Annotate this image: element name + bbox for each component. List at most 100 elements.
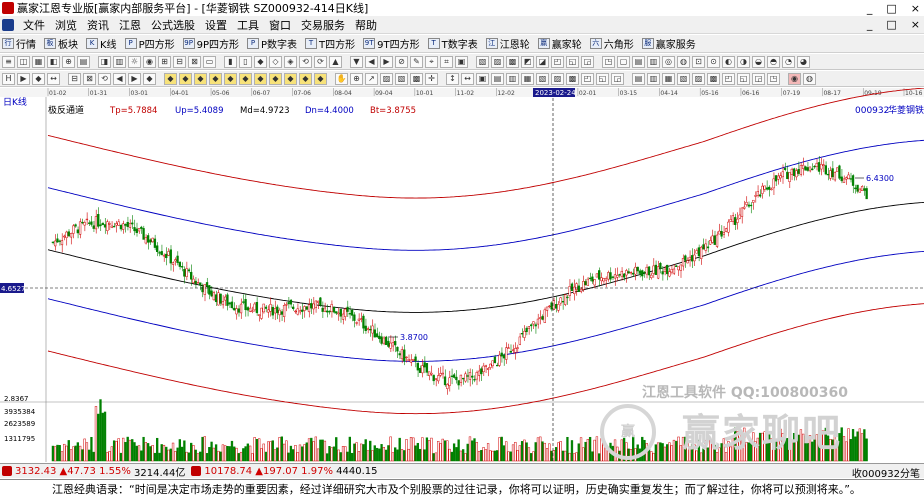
- tool-18-icon[interactable]: ◈: [284, 55, 297, 68]
- tool-24-icon[interactable]: ▶: [380, 55, 393, 68]
- tool-17-icon[interactable]: ◇: [269, 55, 282, 68]
- tool-38-icon[interactable]: ◳: [602, 55, 615, 68]
- tool2-41-icon[interactable]: ▥: [647, 72, 660, 85]
- tool-27-icon[interactable]: ⌖: [425, 55, 438, 68]
- tool2-25-icon[interactable]: ▧: [395, 72, 408, 85]
- tool-46-icon[interactable]: ◐: [722, 55, 735, 68]
- tool-51-icon[interactable]: ◕: [797, 55, 810, 68]
- tool-1-icon[interactable]: ◫: [17, 55, 30, 68]
- tool2-17-icon[interactable]: ◆: [269, 72, 282, 85]
- tool2-27-icon[interactable]: ✛: [425, 72, 438, 85]
- tool2-5-icon[interactable]: ⊠: [83, 72, 96, 85]
- tool-6-icon[interactable]: ◨: [98, 55, 111, 68]
- quick-service-button[interactable]: 服赢家服务: [641, 36, 696, 51]
- maximize-button[interactable]: □: [886, 2, 896, 15]
- tool-41-icon[interactable]: ▥: [647, 55, 660, 68]
- tool2-18-icon[interactable]: ◆: [284, 72, 297, 85]
- tool-5-icon[interactable]: ▤: [77, 55, 90, 68]
- tool2-9-icon[interactable]: ◆: [143, 72, 156, 85]
- tool-40-icon[interactable]: ▤: [632, 55, 645, 68]
- quick-9t-square-button[interactable]: 9T 9T四方形: [363, 36, 420, 51]
- tool2-40-icon[interactable]: ▤: [632, 72, 645, 85]
- quick-9p-square-button[interactable]: 9P 9P四方形: [182, 36, 239, 51]
- tool2-7-icon[interactable]: ◀: [113, 72, 126, 85]
- tool2-6-icon[interactable]: ⟲: [98, 72, 111, 85]
- tool2-38-icon[interactable]: ◱: [596, 72, 609, 85]
- tool-44-icon[interactable]: ⊡: [692, 55, 705, 68]
- tool2-49-icon[interactable]: ◳: [767, 72, 780, 85]
- tool-2-icon[interactable]: ▦: [32, 55, 45, 68]
- tool2-29-icon[interactable]: ↔: [461, 72, 474, 85]
- tool-3-icon[interactable]: ◧: [47, 55, 60, 68]
- tool2-3-icon[interactable]: ↔: [47, 72, 60, 85]
- mdi-minimize-button[interactable]: _: [867, 18, 873, 31]
- mdi-maximize-button[interactable]: □: [886, 18, 896, 31]
- tool-11-icon[interactable]: ⊟: [173, 55, 186, 68]
- tool-33-icon[interactable]: ◩: [521, 55, 534, 68]
- tool-34-icon[interactable]: ◪: [536, 55, 549, 68]
- tool-30-icon[interactable]: ▧: [476, 55, 489, 68]
- tool2-10-icon[interactable]: ◆: [164, 72, 177, 85]
- tool2-14-icon[interactable]: ◆: [224, 72, 237, 85]
- tool2-33-icon[interactable]: ▦: [521, 72, 534, 85]
- quick-sector-button[interactable]: 板板块: [44, 36, 78, 51]
- tool-7-icon[interactable]: ▥: [113, 55, 126, 68]
- tool-48-icon[interactable]: ◒: [752, 55, 765, 68]
- tool2-39-icon[interactable]: ◲: [611, 72, 624, 85]
- tool-39-icon[interactable]: ▢: [617, 55, 630, 68]
- tool-31-icon[interactable]: ▨: [491, 55, 504, 68]
- tool-19-icon[interactable]: ⟲: [299, 55, 312, 68]
- tool-35-icon[interactable]: ◰: [551, 55, 564, 68]
- tool2-1-icon[interactable]: ▶: [17, 72, 30, 85]
- tool-8-icon[interactable]: ☼: [128, 55, 141, 68]
- tool-13-icon[interactable]: ▭: [203, 55, 216, 68]
- tool-21-icon[interactable]: ▲: [329, 55, 342, 68]
- tool2-21-icon[interactable]: ✋: [335, 72, 348, 85]
- quick-kline-button[interactable]: K K线: [86, 36, 117, 51]
- tool2-43-icon[interactable]: ▧: [677, 72, 690, 85]
- menu-trade[interactable]: 交易服务: [296, 17, 350, 33]
- tool2-2-icon[interactable]: ◆: [32, 72, 45, 85]
- tool2-36-icon[interactable]: ▩: [566, 72, 579, 85]
- tool-9-icon[interactable]: ◉: [143, 55, 156, 68]
- menu-gann[interactable]: 江恩: [114, 17, 146, 33]
- menu-file[interactable]: 文件: [18, 17, 50, 33]
- tool2-4-icon[interactable]: ⊟: [68, 72, 81, 85]
- chart-area[interactable]: 01-02 01-31 03-01 04-01 05-06 06-07 07-06 08-04…: [0, 88, 924, 462]
- tool2-46-icon[interactable]: ◰: [722, 72, 735, 85]
- tool-22-icon[interactable]: ▼: [350, 55, 363, 68]
- tool2-20-icon[interactable]: ◆: [314, 72, 327, 85]
- tool-12-icon[interactable]: ⊠: [188, 55, 201, 68]
- quick-p-square-button[interactable]: P P四方形: [124, 36, 175, 51]
- tool-45-icon[interactable]: ⊙: [707, 55, 720, 68]
- tool-10-icon[interactable]: ⊞: [158, 55, 171, 68]
- tool2-30-icon[interactable]: ▣: [476, 72, 489, 85]
- tool2-34-icon[interactable]: ▧: [536, 72, 549, 85]
- tool-47-icon[interactable]: ◑: [737, 55, 750, 68]
- tool2-0-icon[interactable]: H: [2, 72, 15, 85]
- tool-50-icon[interactable]: ◔: [782, 55, 795, 68]
- tool-20-icon[interactable]: ⟳: [314, 55, 327, 68]
- tool2-32-icon[interactable]: ▥: [506, 72, 519, 85]
- close-button[interactable]: ×: [911, 2, 920, 15]
- tool2-22-icon[interactable]: ⊕: [350, 72, 363, 85]
- tool-37-icon[interactable]: ◲: [581, 55, 594, 68]
- tool2-26-icon[interactable]: ▩: [410, 72, 423, 85]
- menu-settings[interactable]: 设置: [200, 17, 232, 33]
- quick-t-table-button[interactable]: T T数字表: [427, 36, 478, 51]
- tool2-12-icon[interactable]: ◆: [194, 72, 207, 85]
- quick-gann-wheel-button[interactable]: 江江恩轮: [485, 36, 530, 51]
- tool2-8-icon[interactable]: ▶: [128, 72, 141, 85]
- tool2-48-icon[interactable]: ◲: [752, 72, 765, 85]
- menu-formula[interactable]: 公式选股: [146, 17, 200, 33]
- tool-25-icon[interactable]: ⊘: [395, 55, 408, 68]
- menu-info[interactable]: 资讯: [82, 17, 114, 33]
- menu-help[interactable]: 帮助: [350, 17, 382, 33]
- tool-28-icon[interactable]: ⌗: [440, 55, 453, 68]
- tool2-47-icon[interactable]: ◱: [737, 72, 750, 85]
- minimize-button[interactable]: _: [867, 2, 873, 15]
- tool2-15-icon[interactable]: ◆: [239, 72, 252, 85]
- tool2-37-icon[interactable]: ◰: [581, 72, 594, 85]
- quick-p-table-button[interactable]: P P数字表: [247, 36, 297, 51]
- tool-42-icon[interactable]: ◎: [662, 55, 675, 68]
